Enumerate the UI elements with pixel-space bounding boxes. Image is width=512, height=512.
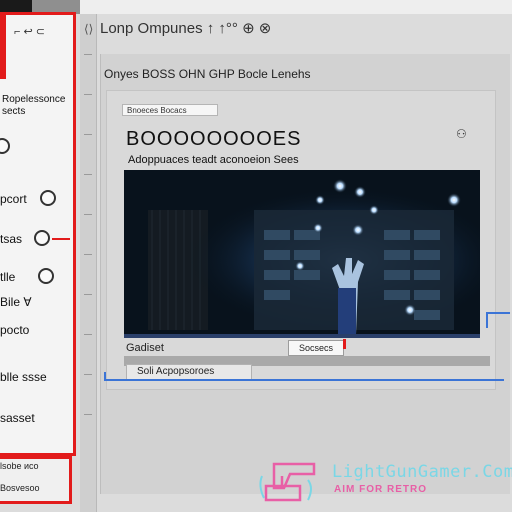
sidebar-item-file[interactable]: Bile ∀ [0, 296, 32, 308]
content-header-text: Onyes BOSS OHN GHP Bocle Lenehs [104, 67, 311, 81]
hero-image [124, 170, 480, 334]
window-title: Lonp Ompunes ↑ ↑°° ⊕ ⊗ [100, 20, 272, 37]
top-strip [0, 0, 512, 14]
sidebar-pointer [52, 238, 70, 240]
watermark-tagline: AIM FOR RETRO [334, 484, 427, 495]
status-label: Gadiset [126, 342, 164, 354]
sidebar-item-report[interactable]: pcort [0, 193, 27, 205]
sidebar-item-title[interactable]: tlle [0, 271, 15, 283]
address-field[interactable]: Bnoeces Bocacs [122, 104, 218, 116]
bottom-tab[interactable]: lsobe ᴎco Bosvesoo [0, 456, 72, 504]
radio-circle-icon[interactable] [34, 230, 50, 246]
chevron-arrows-icon[interactable]: ⟨⟩ [84, 22, 93, 36]
divider-column [80, 14, 97, 512]
search-field[interactable]: Soli Acpopsoroes [126, 364, 252, 380]
select-button[interactable]: Socsecs [288, 339, 346, 356]
connector-line [486, 312, 510, 314]
content-header: Onyes BOSS OHN GHP Bocle Lenehs [104, 67, 311, 81]
panel-subtitle: Adoppuaces teadt aconoeion Sees [128, 154, 299, 166]
hero-edge [124, 334, 480, 338]
sidebar-title: ⌐ ↩ ⊂ [14, 26, 45, 38]
sidebar-accent [0, 15, 6, 79]
sidebar-item-options[interactable]: Ropelessonce sects [2, 94, 65, 118]
sidebar-item-asset[interactable]: sasset [0, 412, 35, 424]
panel-title: BOOOOOOOOES [126, 128, 302, 150]
connector-line [486, 312, 488, 328]
watermark-brand: LightGunGamer.Com [332, 462, 512, 482]
sidebar-item-tasks[interactable]: tsas [0, 233, 22, 245]
close-icon[interactable]: ⚇ [456, 127, 467, 141]
select-button-label: Socsecs [298, 343, 333, 353]
select-flag [343, 339, 346, 349]
sidebar-item-photo[interactable]: pocto [0, 324, 29, 336]
bottom-tab-line2: Bosvesoo [0, 483, 40, 493]
radio-circle-icon[interactable] [40, 190, 56, 206]
hero-illustration [124, 170, 480, 334]
radio-circle-icon[interactable] [38, 268, 54, 284]
bottom-tab-line1: lsobe ᴎco [0, 461, 39, 471]
connector-line [104, 372, 106, 381]
connector-line [104, 379, 504, 381]
sidebar-item-blue-sense[interactable]: blle ssse [0, 371, 47, 383]
